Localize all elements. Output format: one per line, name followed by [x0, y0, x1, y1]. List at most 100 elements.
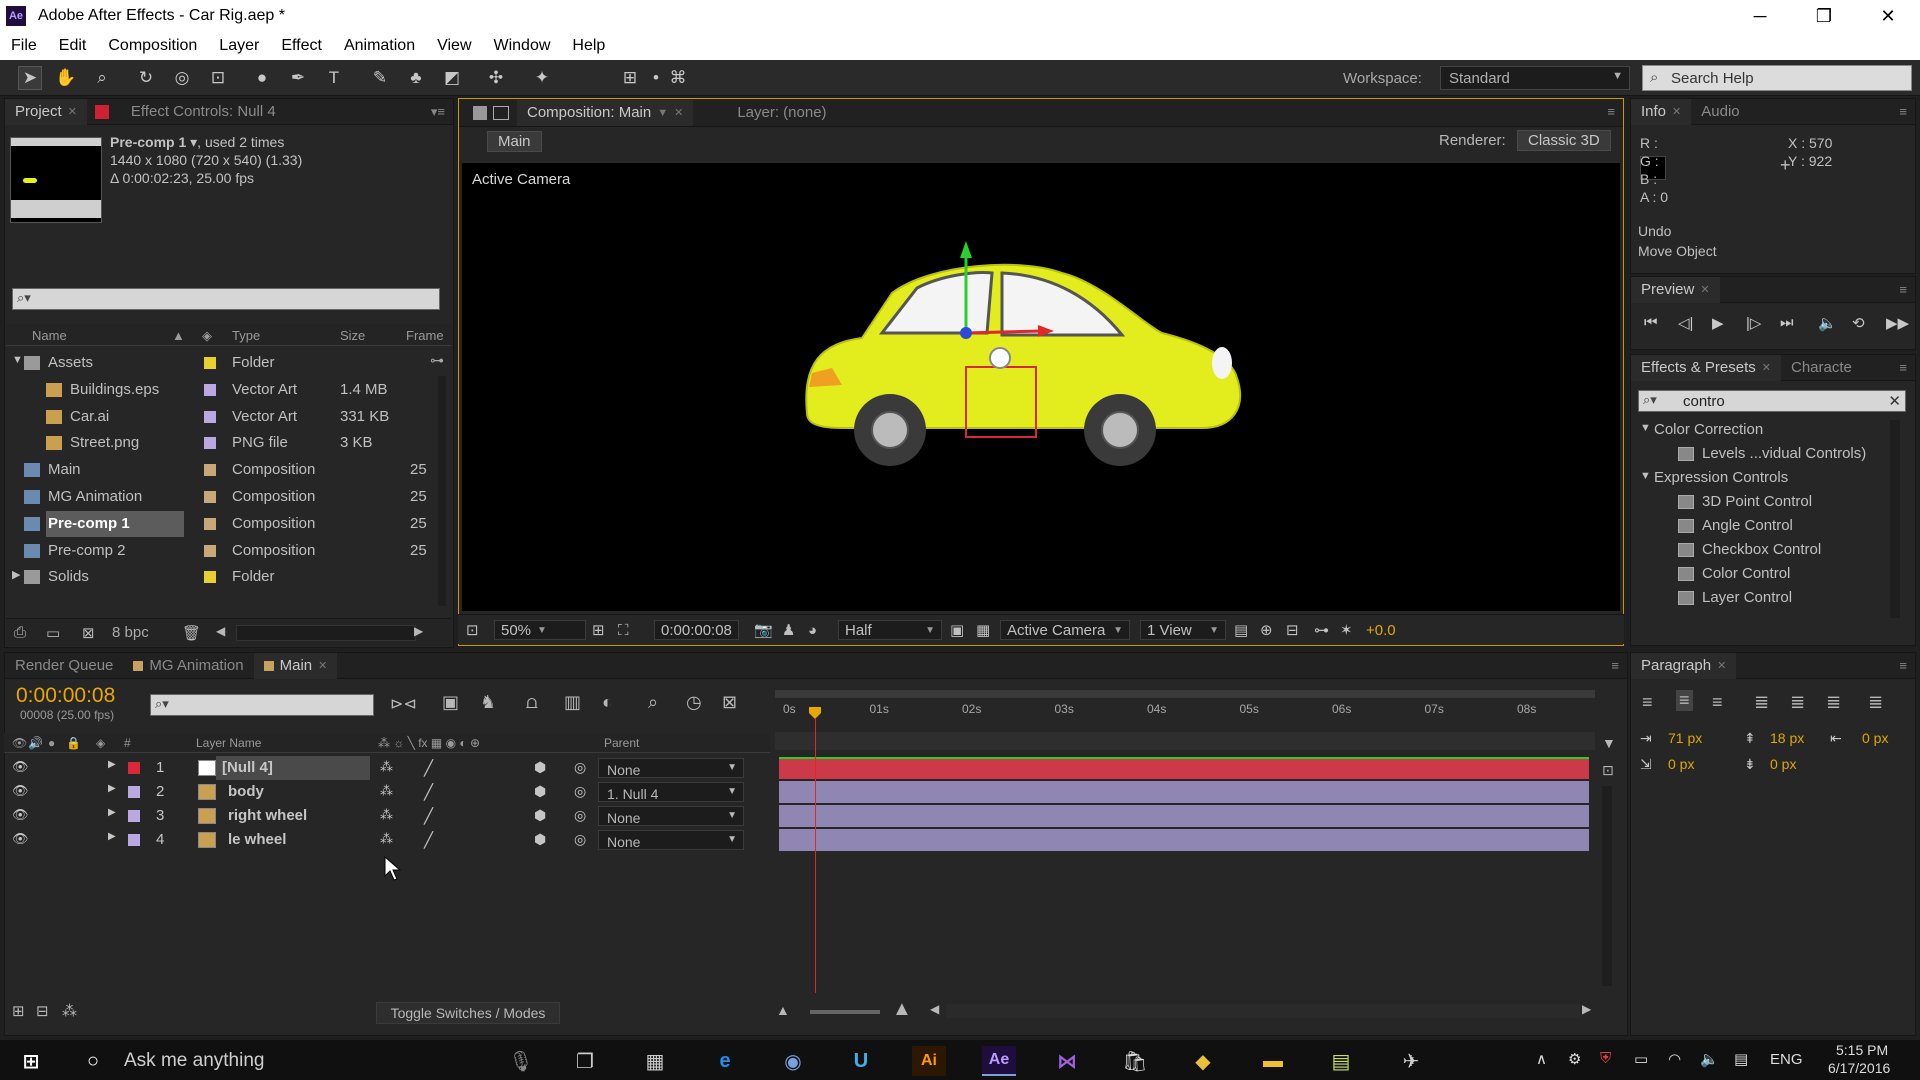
audio-icon[interactable]: 🔈 — [1818, 314, 1837, 332]
table-row[interactable]: 👁 ▶ 4 le wheel ⁂ ╱ ⬢ ◎ None ▼ — [4, 828, 770, 852]
stretch-pane-icon[interactable]: ⁂ — [62, 1002, 77, 1020]
parent-select[interactable]: None ▼ — [598, 830, 744, 850]
first-line-indent-value[interactable]: 0 px — [1668, 756, 1694, 772]
timeline-icon[interactable]: ⊟ — [1286, 620, 1299, 640]
panel-menu-icon[interactable]: ≡ — [1899, 658, 1907, 673]
draft-3d-icon[interactable]: ⊕ — [1260, 620, 1273, 640]
unreal-icon[interactable]: U — [844, 1046, 878, 1076]
taskbar-search-input[interactable]: Ask me anything — [124, 1050, 264, 1072]
label-color-swatch[interactable] — [204, 383, 216, 396]
zoom-tool-icon[interactable]: ⌕ — [90, 66, 114, 90]
show-snapshot-icon[interactable]: ♟ — [782, 620, 795, 640]
wifi-icon[interactable]: ◠ — [1668, 1050, 1681, 1068]
label-color-swatch[interactable] — [204, 437, 216, 450]
menu-edit[interactable]: Edit — [48, 37, 98, 55]
region-of-interest-icon[interactable]: ⛶ — [618, 620, 629, 640]
file-explorer-icon[interactable]: ▬ — [1256, 1046, 1290, 1076]
graph-editor-icon[interactable]: ⌕ — [648, 692, 658, 713]
expand-right-icon[interactable]: ▶ — [12, 568, 20, 581]
parent-select[interactable]: None ▼ — [598, 758, 744, 778]
layer-duration-bar[interactable] — [779, 757, 1589, 779]
expand-down-icon[interactable]: ▼ — [1640, 422, 1651, 434]
lock-header-icon[interactable]: 🔒 — [66, 736, 81, 750]
clock-time[interactable]: 5:15 PM — [1836, 1042, 1888, 1058]
composition-mini-flowchart-icon[interactable]: ⊳⊲ — [390, 694, 417, 714]
breadcrumb-main[interactable]: Main — [487, 131, 542, 152]
current-time-display[interactable]: 0:00:00:08 — [654, 620, 739, 640]
pan-behind-tool-icon[interactable]: ⊡ — [206, 66, 230, 90]
parent-select[interactable]: 1. Null 4 ▼ — [598, 782, 744, 802]
layer-name[interactable]: le wheel — [222, 828, 292, 852]
close-icon[interactable]: ✕ — [1762, 361, 1771, 374]
list-item[interactable]: Buildings.eps Vector Art 1.4 MB — [6, 377, 451, 403]
brush-tool-icon[interactable]: ✎ — [368, 66, 392, 90]
clock-date[interactable]: 6/17/2016 — [1828, 1060, 1890, 1076]
view-layout-select[interactable]: 1 View ▼ — [1140, 620, 1226, 640]
parent-select[interactable]: None ▼ — [598, 806, 744, 826]
space-before-value[interactable]: 18 px — [1770, 730, 1804, 746]
timeline-timecode[interactable]: 0:00:00:08 — [16, 684, 115, 708]
x-axis-gizmo[interactable] — [965, 329, 1043, 335]
3d-layer-switch-icon[interactable]: ⬢ — [534, 783, 546, 800]
eye-header-icon[interactable]: 👁 — [12, 736, 27, 750]
3d-layer-switch-icon[interactable]: ⬢ — [534, 807, 546, 824]
store-icon[interactable]: 🛍 — [1118, 1046, 1152, 1076]
first-frame-icon[interactable]: ⏮ — [1644, 314, 1658, 331]
panel-menu-icon[interactable]: ≡ — [1899, 282, 1907, 297]
expand-right-icon[interactable]: ▶ — [108, 807, 116, 818]
anchor-point-icon[interactable] — [989, 347, 1011, 369]
tab-paragraph[interactable]: Paragraph ✕ — [1631, 652, 1737, 679]
close-icon[interactable]: ✕ — [674, 106, 683, 119]
roto-brush-tool-icon[interactable]: ✣ — [484, 66, 508, 90]
justify-right-icon[interactable]: ≣ — [1826, 692, 1841, 713]
shy-switch-icon[interactable]: ⁂ — [380, 783, 393, 799]
timeline-search-input[interactable]: ⌕▾ — [150, 694, 374, 716]
effects-search-input[interactable]: ⌕▾ contro ✕ — [1638, 390, 1906, 412]
lock-icon[interactable] — [473, 105, 487, 120]
eye-icon[interactable]: 👁 — [12, 807, 29, 823]
menu-window[interactable]: Window — [483, 37, 562, 55]
comp-marker-icon[interactable]: ▼ — [1602, 735, 1616, 751]
shy-switch-icon[interactable]: ⁂ — [380, 759, 393, 775]
justify-left-icon[interactable]: ≣ — [1754, 692, 1769, 713]
fast-previews-icon[interactable]: ▣ — [950, 620, 964, 640]
menu-layer[interactable]: Layer — [208, 37, 270, 55]
flowchart-icon[interactable]: ⊶ — [1314, 620, 1329, 640]
label-color-swatch[interactable] — [204, 544, 216, 557]
cortana-icon[interactable]: ○ — [76, 1046, 110, 1076]
time-navigator[interactable] — [775, 732, 1595, 750]
label-color-swatch[interactable] — [128, 762, 140, 774]
hand-tool-icon[interactable]: ✋ — [54, 66, 78, 90]
tab-layer[interactable]: Layer: (none) — [727, 100, 836, 126]
expand-right-icon[interactable]: ▶ — [108, 759, 116, 770]
folder-app-icon[interactable]: ◆ — [1186, 1046, 1220, 1076]
windows-start-icon[interactable]: ⊞ — [14, 1046, 48, 1076]
close-icon[interactable]: ✕ — [1856, 0, 1920, 32]
list-item[interactable]: MG Animation Composition 25 — [6, 484, 451, 510]
workspace-select[interactable]: Standard ▼ — [1440, 66, 1630, 90]
clock-icon[interactable]: ◷ — [686, 692, 702, 713]
list-item[interactable]: Car.ai Vector Art 331 KB — [6, 404, 451, 430]
label-color-swatch[interactable] — [204, 517, 216, 530]
3d-layer-switch-icon[interactable]: ⬢ — [534, 831, 546, 848]
label-color-swatch[interactable] — [204, 357, 216, 369]
timeline-scrollbar[interactable] — [1602, 786, 1612, 986]
composition-canvas[interactable]: Active Camera — [462, 163, 1620, 611]
effect-item[interactable]: Color Control — [1636, 562, 1896, 586]
next-frame-icon[interactable]: |▷ — [1746, 314, 1761, 332]
layer-name[interactable]: [Null 4] — [216, 756, 370, 780]
indent-right-value[interactable]: 0 px — [1862, 730, 1888, 746]
ellipse-tool-icon[interactable]: ● — [250, 66, 274, 90]
browser-icon[interactable]: ◉ — [776, 1046, 810, 1076]
rotation-tool-icon[interactable]: ↻ — [134, 66, 158, 90]
tab-project[interactable]: Project ✕ — [5, 98, 87, 125]
minimize-icon[interactable]: ─ — [1728, 0, 1792, 32]
table-row[interactable]: 👁 ▶ 1 [Null 4] ⁂ ╱ ⬢ ◎ None ▼ — [4, 756, 770, 780]
effect-item[interactable]: 3D Point Control — [1636, 490, 1896, 514]
align-left-icon[interactable]: ≡ — [1642, 692, 1653, 713]
eye-icon[interactable]: 👁 — [12, 831, 29, 847]
list-item[interactable]: Street.png PNG file 3 KB — [6, 430, 451, 456]
hide-shy-layers-icon[interactable]: ♞ — [480, 692, 496, 713]
layer-duration-bar[interactable] — [779, 781, 1589, 803]
calendar-app-icon[interactable]: ▦ — [638, 1046, 672, 1076]
